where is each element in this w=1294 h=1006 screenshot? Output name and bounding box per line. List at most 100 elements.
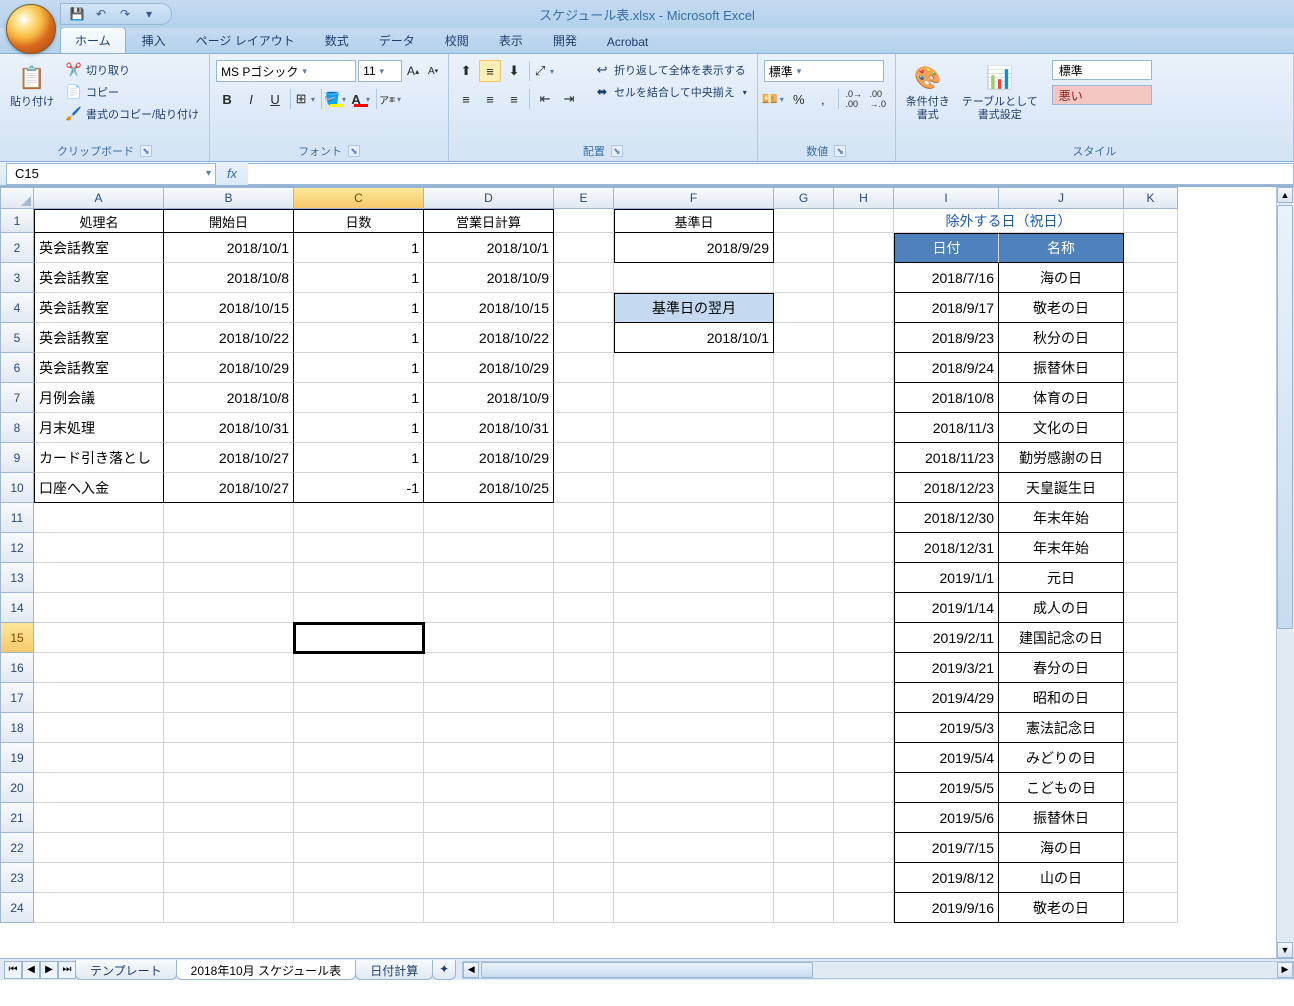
cell-E8[interactable] xyxy=(554,413,614,443)
cell-I1[interactable]: 除外する日（祝日） xyxy=(894,209,1124,233)
cell-A21[interactable] xyxy=(34,803,164,833)
row-header-17[interactable]: 17 xyxy=(0,683,34,713)
align-center-icon[interactable]: ≡ xyxy=(479,88,501,110)
cell-E11[interactable] xyxy=(554,503,614,533)
format-painter-button[interactable]: 🖌️書式のコピー/貼り付け xyxy=(62,104,203,124)
cell-I13[interactable]: 2019/1/1 xyxy=(894,563,999,593)
cell-B17[interactable] xyxy=(164,683,294,713)
cell-E15[interactable] xyxy=(554,623,614,653)
tab-page-layout[interactable]: ページ レイアウト xyxy=(182,28,309,53)
qat-more-icon[interactable]: ▾ xyxy=(141,6,157,22)
cell-I7[interactable]: 2018/10/8 xyxy=(894,383,999,413)
font-color-button[interactable]: A xyxy=(350,88,372,110)
new-sheet-button[interactable]: ✦ xyxy=(432,960,456,980)
vertical-scrollbar[interactable]: ▲ ▼ xyxy=(1276,187,1294,958)
cell-K2[interactable] xyxy=(1124,233,1178,263)
cell-G14[interactable] xyxy=(774,593,834,623)
cell-E5[interactable] xyxy=(554,323,614,353)
cell-D11[interactable] xyxy=(424,503,554,533)
cell-D24[interactable] xyxy=(424,893,554,923)
cell-B21[interactable] xyxy=(164,803,294,833)
cell-B22[interactable] xyxy=(164,833,294,863)
cell-F21[interactable] xyxy=(614,803,774,833)
cell-G1[interactable] xyxy=(774,209,834,233)
office-button[interactable] xyxy=(6,4,56,54)
row-header-6[interactable]: 6 xyxy=(0,353,34,383)
cell-F11[interactable] xyxy=(614,503,774,533)
cell-I19[interactable]: 2019/5/4 xyxy=(894,743,999,773)
number-dialog-launcher[interactable]: ⬊ xyxy=(834,145,846,157)
cell-B9[interactable]: 2018/10/27 xyxy=(164,443,294,473)
cell-E21[interactable] xyxy=(554,803,614,833)
cell-J14[interactable]: 成人の日 xyxy=(999,593,1124,623)
cell-H1[interactable] xyxy=(834,209,894,233)
scroll-right-icon[interactable]: ▶ xyxy=(1277,962,1293,978)
cell-B13[interactable] xyxy=(164,563,294,593)
row-header-14[interactable]: 14 xyxy=(0,593,34,623)
cell-J23[interactable]: 山の日 xyxy=(999,863,1124,893)
cell-H8[interactable] xyxy=(834,413,894,443)
cell-H5[interactable] xyxy=(834,323,894,353)
cell-C23[interactable] xyxy=(294,863,424,893)
cell-G3[interactable] xyxy=(774,263,834,293)
col-header-K[interactable]: K xyxy=(1124,187,1178,209)
cell-K1[interactable] xyxy=(1124,209,1178,233)
row-header-21[interactable]: 21 xyxy=(0,803,34,833)
cell-C21[interactable] xyxy=(294,803,424,833)
scroll-down-icon[interactable]: ▼ xyxy=(1277,942,1293,958)
col-header-A[interactable]: A xyxy=(34,187,164,209)
redo-icon[interactable]: ↷ xyxy=(117,6,133,22)
cell-K4[interactable] xyxy=(1124,293,1178,323)
cell-A10[interactable]: 口座へ入金 xyxy=(34,473,164,503)
align-middle-icon[interactable]: ≡ xyxy=(479,60,501,82)
cell-G21[interactable] xyxy=(774,803,834,833)
cell-E19[interactable] xyxy=(554,743,614,773)
cell-G18[interactable] xyxy=(774,713,834,743)
cell-J15[interactable]: 建国記念の日 xyxy=(999,623,1124,653)
row-header-19[interactable]: 19 xyxy=(0,743,34,773)
cell-D3[interactable]: 2018/10/9 xyxy=(424,263,554,293)
cell-C24[interactable] xyxy=(294,893,424,923)
cell-G20[interactable] xyxy=(774,773,834,803)
cell-D9[interactable]: 2018/10/29 xyxy=(424,443,554,473)
cell-K22[interactable] xyxy=(1124,833,1178,863)
cell-D23[interactable] xyxy=(424,863,554,893)
cell-J19[interactable]: みどりの日 xyxy=(999,743,1124,773)
cell-J9[interactable]: 勤労感謝の日 xyxy=(999,443,1124,473)
number-format-combo[interactable]: 標準▾ xyxy=(764,60,884,82)
cell-B10[interactable]: 2018/10/27 xyxy=(164,473,294,503)
cell-J13[interactable]: 元日 xyxy=(999,563,1124,593)
paste-button[interactable]: 📋 貼り付け xyxy=(6,60,58,111)
prev-sheet-icon[interactable]: ◀ xyxy=(22,961,40,979)
select-all-corner[interactable] xyxy=(0,187,34,209)
cell-I12[interactable]: 2018/12/31 xyxy=(894,533,999,563)
cell-B19[interactable] xyxy=(164,743,294,773)
cell-B12[interactable] xyxy=(164,533,294,563)
row-header-24[interactable]: 24 xyxy=(0,893,34,923)
underline-button[interactable]: U xyxy=(264,88,286,110)
cell-A4[interactable]: 英会話教室 xyxy=(34,293,164,323)
cell-C18[interactable] xyxy=(294,713,424,743)
first-sheet-icon[interactable]: ⏮ xyxy=(4,961,22,979)
cell-B18[interactable] xyxy=(164,713,294,743)
cell-I14[interactable]: 2019/1/14 xyxy=(894,593,999,623)
cell-G11[interactable] xyxy=(774,503,834,533)
row-header-10[interactable]: 10 xyxy=(0,473,34,503)
cell-F24[interactable] xyxy=(614,893,774,923)
cell-I3[interactable]: 2018/7/16 xyxy=(894,263,999,293)
cell-K14[interactable] xyxy=(1124,593,1178,623)
increase-decimal-icon[interactable]: .0→.00 xyxy=(843,88,865,110)
cell-E18[interactable] xyxy=(554,713,614,743)
cell-K3[interactable] xyxy=(1124,263,1178,293)
grow-font-icon[interactable]: A▴ xyxy=(404,60,422,82)
cell-H24[interactable] xyxy=(834,893,894,923)
cell-E20[interactable] xyxy=(554,773,614,803)
row-header-9[interactable]: 9 xyxy=(0,443,34,473)
cell-D12[interactable] xyxy=(424,533,554,563)
cell-H16[interactable] xyxy=(834,653,894,683)
cell-I6[interactable]: 2018/9/24 xyxy=(894,353,999,383)
cell-E17[interactable] xyxy=(554,683,614,713)
tab-home[interactable]: ホーム xyxy=(60,27,126,53)
cell-J22[interactable]: 海の日 xyxy=(999,833,1124,863)
cell-A5[interactable]: 英会話教室 xyxy=(34,323,164,353)
